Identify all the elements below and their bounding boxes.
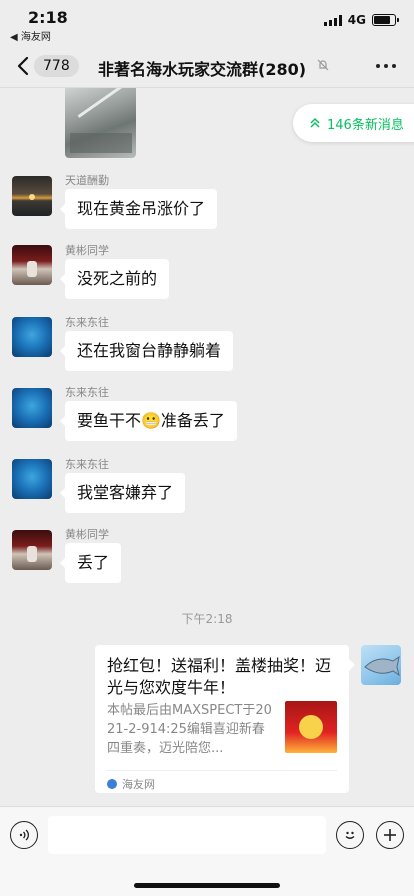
message-input[interactable]: [48, 816, 326, 854]
add-attachment-icon[interactable]: [376, 821, 404, 849]
sender-name: 东来东往: [65, 386, 109, 399]
avatar[interactable]: [12, 459, 52, 499]
avatar[interactable]: [12, 530, 52, 570]
double-chevron-up-icon: [310, 117, 320, 128]
card-source-label: 海友网: [122, 778, 155, 791]
emoji-icon[interactable]: [336, 821, 364, 849]
more-options-icon[interactable]: [376, 64, 396, 68]
status-time: 2:18: [28, 8, 68, 27]
voice-input-icon[interactable]: [10, 821, 38, 849]
avatar[interactable]: [12, 388, 52, 428]
message-bubble[interactable]: 丢了: [59, 543, 122, 583]
message-bubble[interactable]: 要鱼干不😬准备丢了: [60, 401, 237, 441]
back-arrow-icon[interactable]: [14, 54, 34, 78]
new-messages-label: 146条新消息: [327, 117, 404, 133]
avatar[interactable]: [12, 317, 52, 357]
message-timestamp: 下午2:18: [181, 612, 233, 626]
new-messages-button[interactable]: 146条新消息: [293, 104, 414, 142]
status-indicators: 4G: [323, 13, 399, 27]
image-message[interactable]: [65, 88, 136, 158]
shared-link-card[interactable]: 抢红包！送福利！盖楼抽奖！迈光与您欢度牛年！ 本帖最后由MAXSPECT于202…: [95, 645, 355, 793]
source-logo-icon: [107, 779, 117, 789]
sender-name: 天道酬勤: [65, 174, 109, 187]
card-divider: [107, 770, 337, 771]
battery-icon: [372, 14, 399, 26]
network-type: 4G: [347, 13, 366, 27]
unread-count-badge[interactable]: 778: [34, 55, 79, 77]
message-bubble[interactable]: 现在黄金吊涨价了: [59, 189, 218, 229]
status-bar: 2:18 ◀ 海友网 4G: [0, 0, 414, 44]
chat-header: 778 非著名海水玩家交流群(280): [0, 44, 414, 88]
sender-name: 黄彬同学: [65, 244, 109, 257]
message-bubble[interactable]: 我堂客嫌弃了: [59, 473, 186, 513]
sender-name: 黄彬同学: [65, 528, 109, 541]
avatar[interactable]: [12, 176, 52, 216]
message-bubble[interactable]: 没死之前的: [59, 259, 170, 299]
home-indicator: [134, 883, 280, 888]
chat-title: 非著名海水玩家交流群(280): [98, 60, 307, 79]
card-description: 本帖最后由MAXSPECT于2021-2-914:25编辑喜迎新春四重奏，迈光陪…: [107, 703, 272, 756]
fish-icon: [364, 655, 400, 677]
sender-name: 东来东往: [65, 458, 109, 471]
mute-bell-icon: [317, 59, 329, 71]
avatar[interactable]: [12, 245, 52, 285]
card-source: 海友网: [107, 776, 155, 792]
message-bubble[interactable]: 还在我窗台静静躺着: [59, 331, 234, 371]
card-title: 抢红包！送福利！盖楼抽奖！迈光与您欢度牛年！: [107, 656, 332, 697]
sender-name: 东来东往: [65, 316, 109, 329]
return-to-app-link[interactable]: ◀ 海友网: [10, 28, 51, 43]
card-thumbnail: [285, 701, 337, 753]
my-avatar[interactable]: [361, 645, 401, 685]
signal-icon: [323, 14, 342, 26]
